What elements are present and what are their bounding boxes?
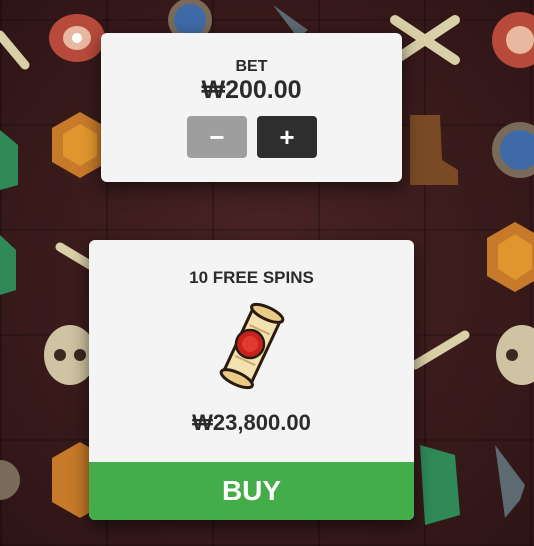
increase-bet-button[interactable]: +	[257, 116, 317, 158]
bones-icon	[0, 30, 30, 70]
scroll-icon	[219, 302, 285, 390]
buy-button[interactable]: BUY	[89, 462, 414, 520]
boot-icon	[410, 115, 458, 185]
meat-icon	[492, 12, 534, 68]
bet-amount: ₩200.00	[201, 76, 302, 104]
gem-icon	[0, 235, 16, 295]
buy-feature-panel: 10 FREE SPINS ₩23,800.00 BUY	[89, 240, 414, 520]
hex-coin-icon	[52, 442, 90, 518]
hex-coin-icon	[487, 222, 534, 292]
skull-icon	[496, 325, 534, 385]
free-spins-title: 10 FREE SPINS	[189, 268, 314, 287]
gem-icon	[0, 130, 18, 190]
dagger-icon	[495, 445, 525, 518]
decrease-bet-button[interactable]: −	[187, 116, 247, 158]
bet-panel: BET ₩200.00 − +	[101, 33, 402, 182]
shield-icon	[492, 122, 534, 178]
buy-price: ₩23,800.00	[192, 410, 311, 435]
bones-icon	[410, 330, 470, 370]
shield-icon	[0, 460, 20, 500]
gem-icon	[420, 445, 460, 525]
bet-label: BET	[235, 58, 268, 75]
